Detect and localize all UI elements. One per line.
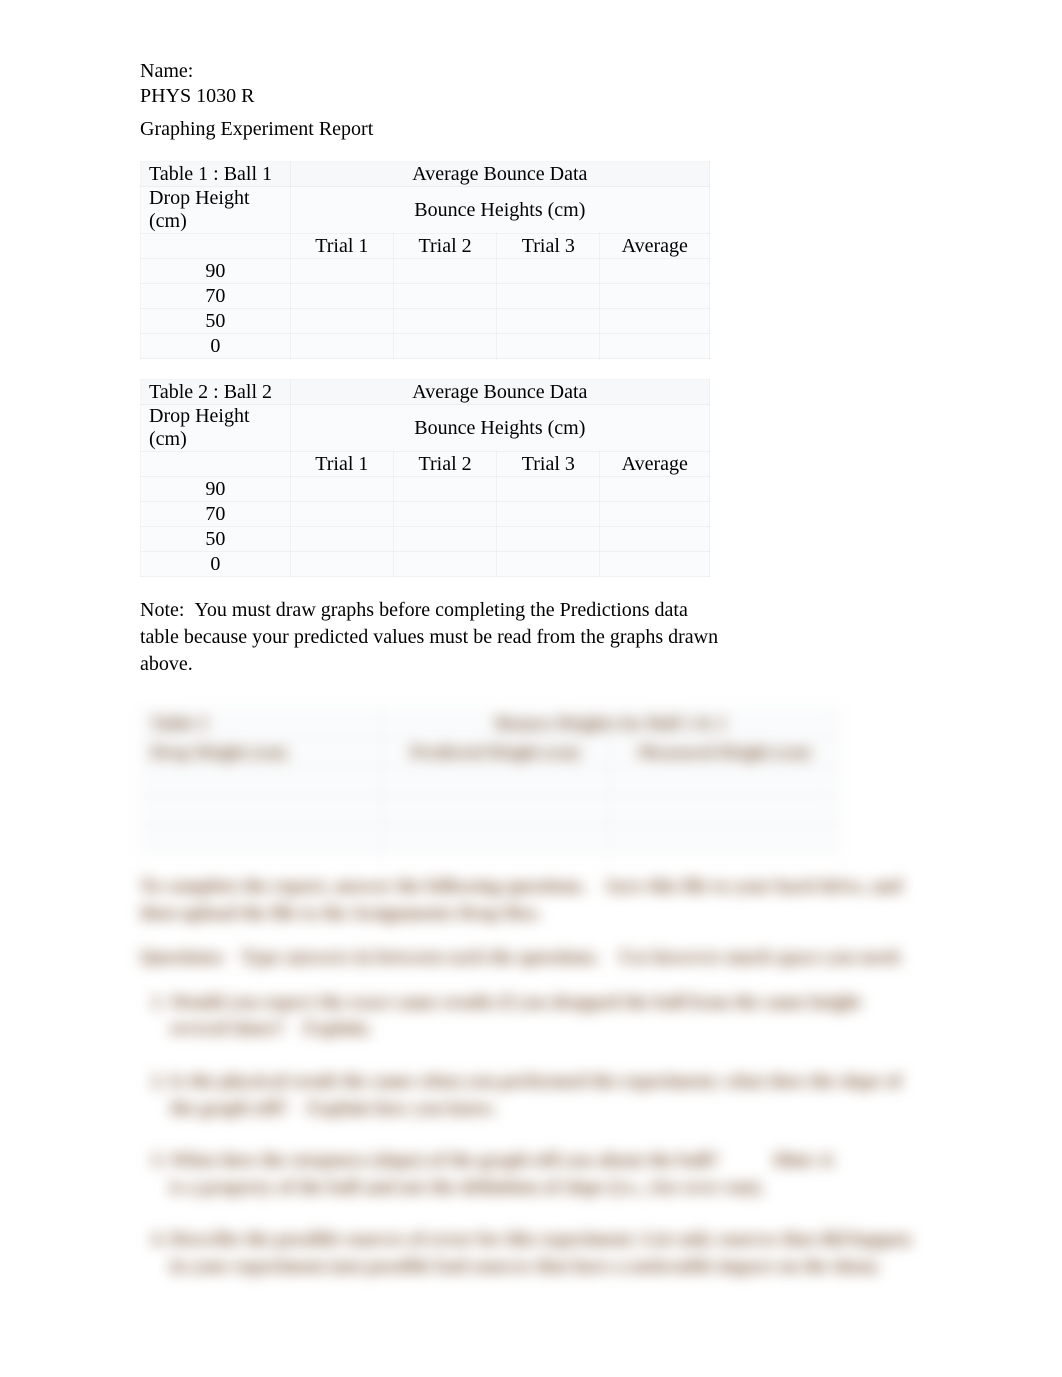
blurred-para2: Questions: Type answers in between each … xyxy=(140,945,922,972)
table-row: 70 xyxy=(141,284,291,309)
table2-title-ball: : Ball 2 xyxy=(213,381,272,403)
table2-trial1: Trial 1 xyxy=(290,452,393,477)
table1-trial3: Trial 3 xyxy=(497,234,600,259)
table2-title-prefix: Table 2 xyxy=(149,381,208,403)
table-row: 70 xyxy=(141,502,291,527)
table-row: 90 xyxy=(141,259,291,284)
table1-avg-label: Average Bounce Data xyxy=(290,162,709,187)
locked-content-preview: Table 3 Bounce Heights for Ball 1 & 2 Dr… xyxy=(140,708,922,1281)
table-1: Table 1 : Ball 1 Average Bounce Data Dro… xyxy=(140,161,710,359)
table2-average: Average xyxy=(600,452,710,477)
table1-trial2: Trial 2 xyxy=(393,234,496,259)
question-3: What does the steepness (slope) of the g… xyxy=(170,1148,922,1201)
table-row: 50 xyxy=(141,309,291,334)
name-label: Name: xyxy=(140,60,193,82)
table2-avg-label: Average Bounce Data xyxy=(290,380,709,405)
table1-title-ball: : Ball 1 xyxy=(213,163,272,185)
table-3: Table 3 Bounce Heights for Ball 1 & 2 Dr… xyxy=(140,708,840,854)
table-row: 0 xyxy=(141,334,291,359)
table1-bounce-label: Bounce Heights (cm) xyxy=(290,187,709,234)
question-4: Describe the possible sources of error f… xyxy=(170,1227,922,1280)
note-text: Note: You must draw graphs before comple… xyxy=(140,597,720,678)
report-title: Graphing Experiment Report xyxy=(140,118,922,141)
table-row: 90 xyxy=(141,477,291,502)
table2-bounce-label: Bounce Heights (cm) xyxy=(290,405,709,452)
table1-title-prefix: Table 1 xyxy=(149,163,208,185)
table1-average: Average xyxy=(600,234,710,259)
course-label: PHYS 1030 R xyxy=(140,85,254,107)
table2-drop-label: Drop Height (cm) xyxy=(141,405,291,452)
table2-trial3: Trial 3 xyxy=(497,452,600,477)
table1-trial1: Trial 1 xyxy=(290,234,393,259)
blurred-para1: To complete the report, answer the follo… xyxy=(140,874,922,927)
table-2: Table 2 : Ball 2 Average Bounce Data Dro… xyxy=(140,379,710,577)
question-1: Would you expect the exact same results … xyxy=(170,990,922,1043)
table-row: 50 xyxy=(141,527,291,552)
table1-drop-label: Drop Height (cm) xyxy=(141,187,291,234)
table2-trial2: Trial 2 xyxy=(393,452,496,477)
question-2: Is the physical result the same when you… xyxy=(170,1069,922,1122)
table-row: 0 xyxy=(141,552,291,577)
